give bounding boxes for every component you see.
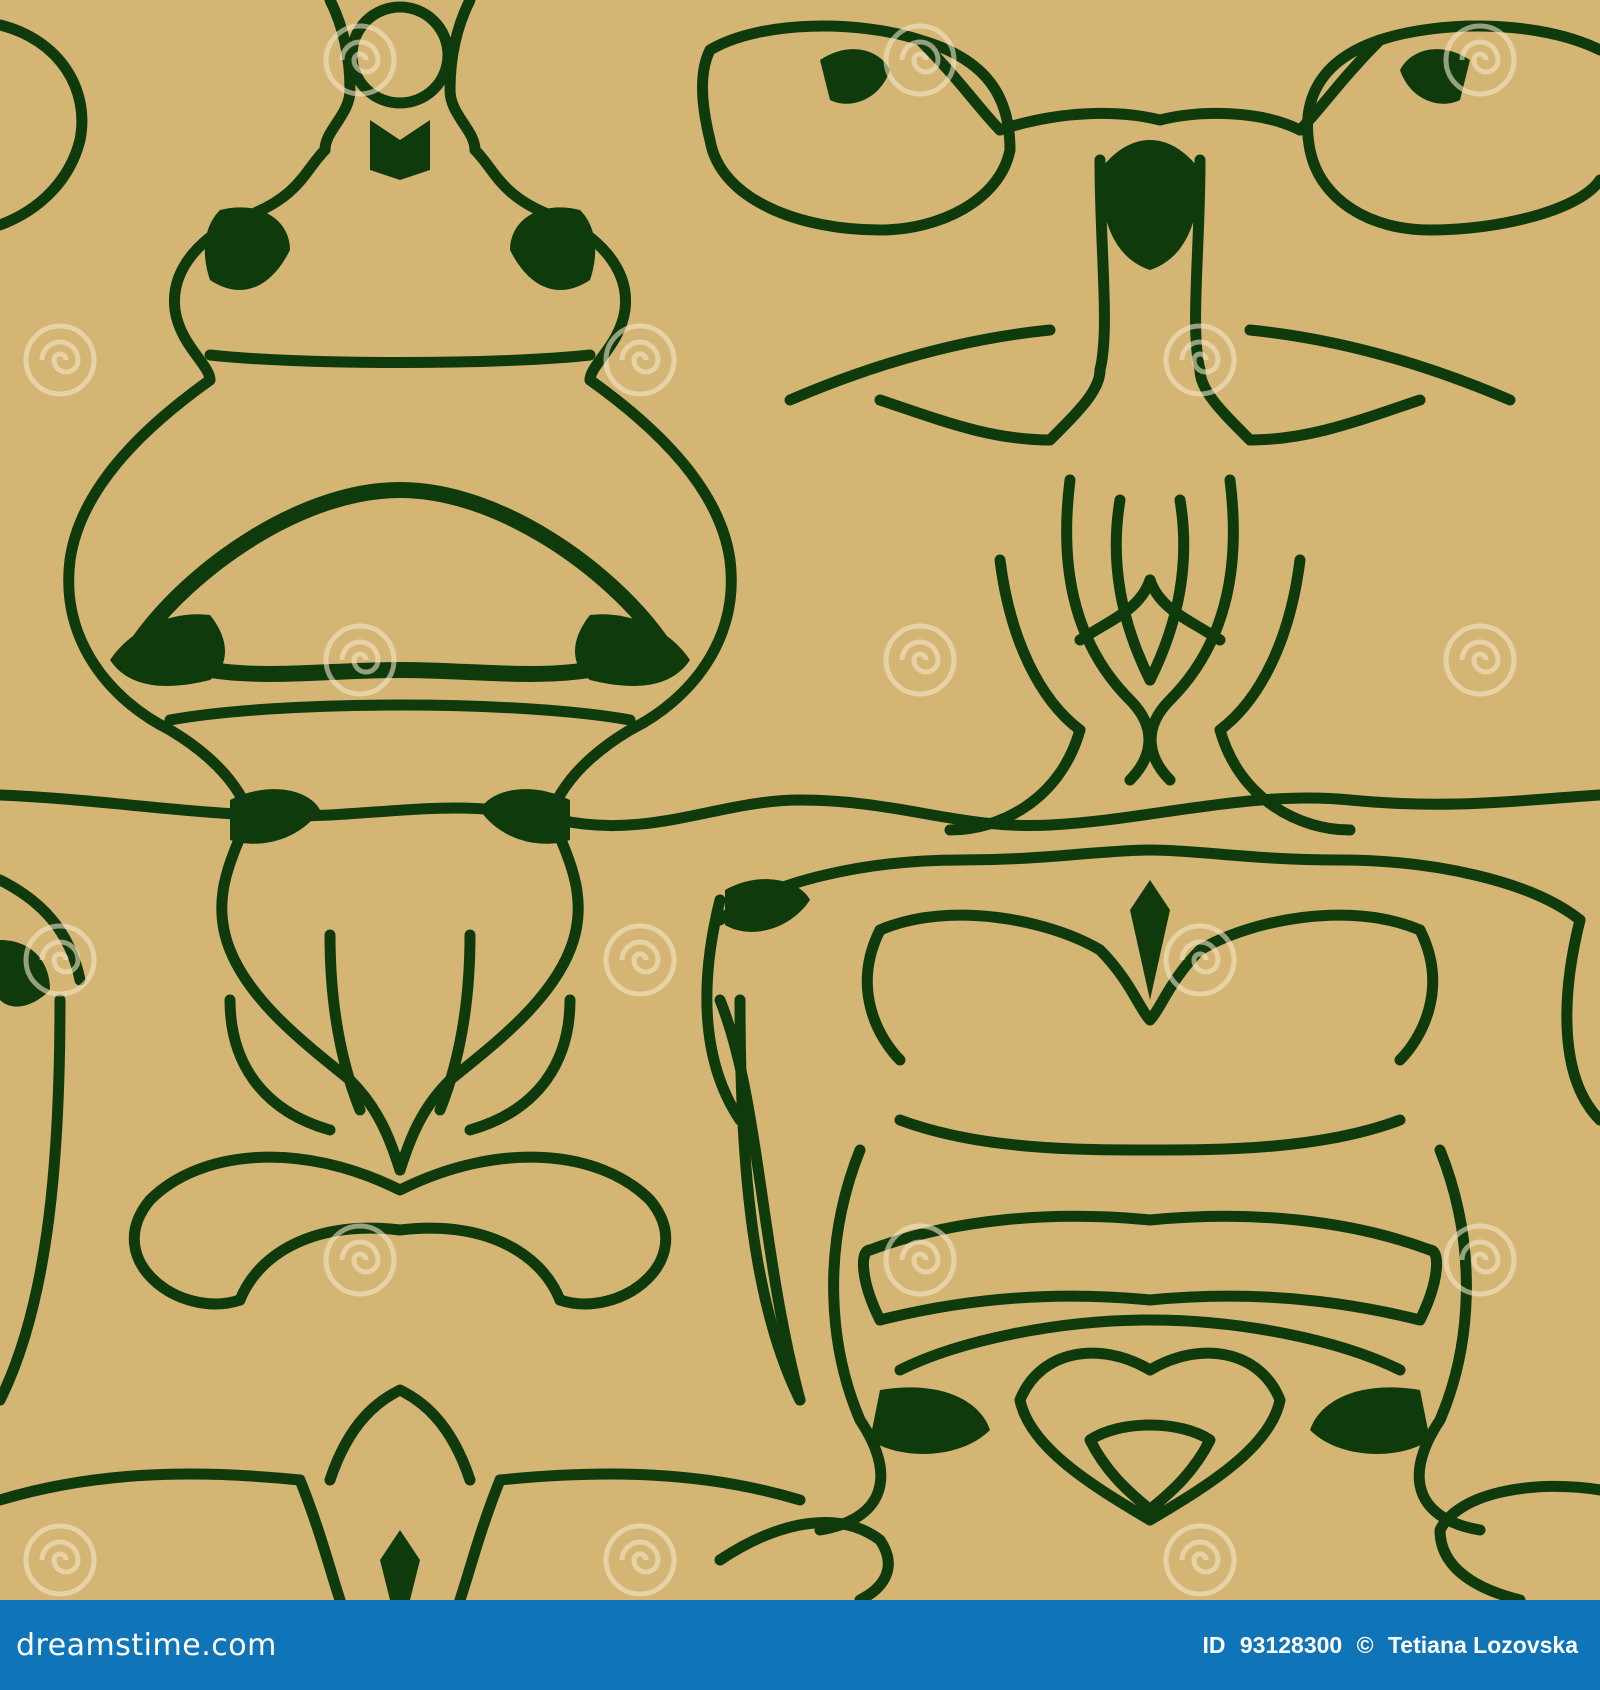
stock-image-frame: dreamstime.com ID 93128300 © Tetiana Loz… — [0, 0, 1600, 1690]
image-id-value: 93128300 — [1239, 1631, 1343, 1658]
copyright-symbol: © — [1356, 1631, 1374, 1658]
footer-credit: ID 93128300 © Tetiana Lozovska — [1203, 1632, 1579, 1659]
footer-brand: dreamstime.com — [16, 1627, 277, 1663]
image-id-label: ID — [1202, 1631, 1226, 1658]
author-name: Tetiana Lozovska — [1387, 1631, 1578, 1658]
abstract-pattern-image — [0, 0, 1600, 1600]
footer-bar: dreamstime.com ID 93128300 © Tetiana Loz… — [0, 1600, 1600, 1690]
